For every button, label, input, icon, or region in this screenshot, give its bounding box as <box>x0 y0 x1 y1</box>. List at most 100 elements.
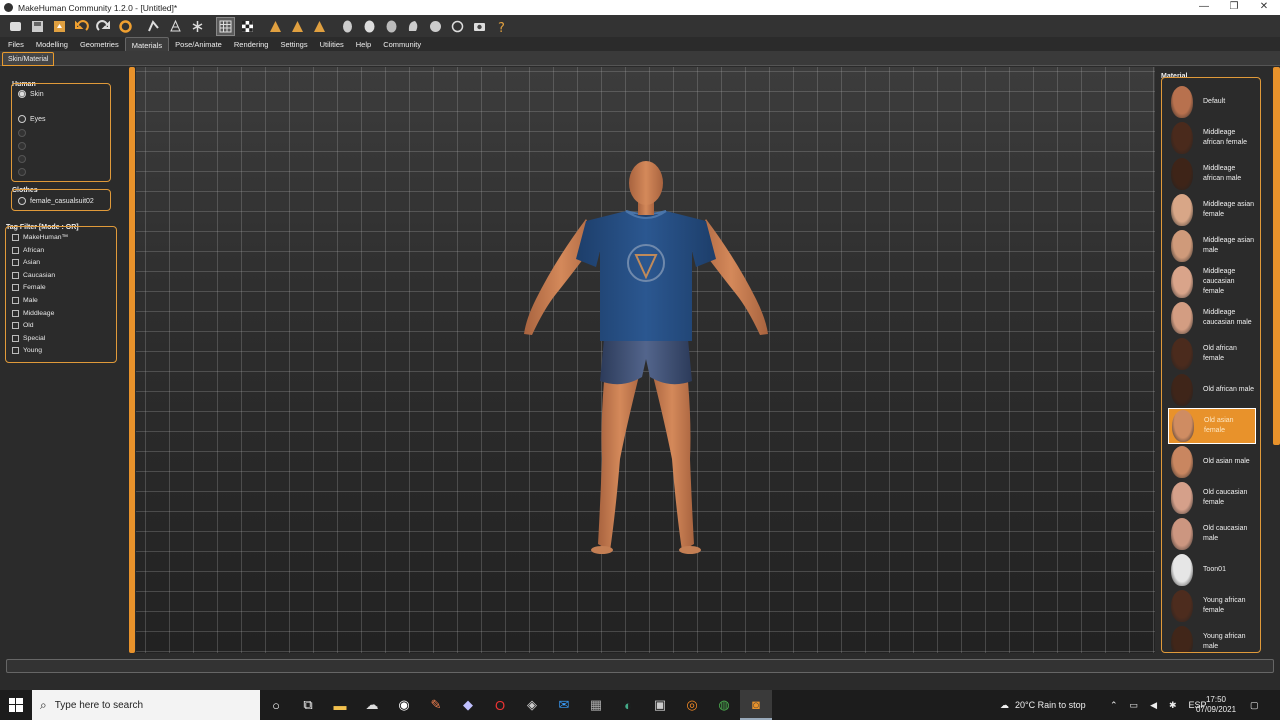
material-item[interactable]: Old african male <box>1168 372 1256 408</box>
face-front-button[interactable] <box>338 17 357 36</box>
weather-widget[interactable]: ☁ 20°C Rain to stop <box>1000 690 1086 720</box>
taskbar-search[interactable]: ⌕ Type here to search <box>32 690 260 720</box>
tab-pose-animate[interactable]: Pose/Animate <box>169 37 228 51</box>
taskbar-app-button[interactable]: ▦ <box>580 690 612 720</box>
reset-button[interactable] <box>116 17 135 36</box>
tab-files[interactable]: Files <box>2 37 30 51</box>
tab-community[interactable]: Community <box>377 37 427 51</box>
taskbar-opera-button[interactable]: O <box>484 690 516 720</box>
material-item[interactable]: Middleage asian female <box>1168 192 1256 228</box>
material-item[interactable]: Middleage african male <box>1168 156 1256 192</box>
tab-materials[interactable]: Materials <box>124 37 170 51</box>
chevron-up-icon[interactable]: ⌃ <box>1110 700 1118 711</box>
notifications-icon[interactable]: ▢ <box>1250 690 1259 720</box>
tab-help[interactable]: Help <box>350 37 377 51</box>
start-button[interactable] <box>0 690 32 720</box>
radio-clothes-item[interactable]: female_casualsuit02 <box>18 197 94 205</box>
right-scrollbar-thumb[interactable] <box>1273 67 1280 445</box>
tag-checkbox[interactable]: Special <box>12 334 45 342</box>
material-item[interactable]: Default <box>1168 84 1256 120</box>
volume-icon[interactable]: ◀ <box>1150 700 1157 711</box>
pose-button[interactable] <box>144 17 163 36</box>
skeleton-button[interactable] <box>188 17 207 36</box>
checkbox-icon <box>12 297 19 304</box>
material-item[interactable]: Middleage african female <box>1168 120 1256 156</box>
maximize-button[interactable]: ❐ <box>1218 0 1250 15</box>
radio-eyes[interactable]: Eyes <box>18 115 46 123</box>
radio-skin[interactable]: Skin <box>18 90 44 98</box>
material-item[interactable]: Old asian male <box>1168 444 1256 480</box>
help-button[interactable]: ? <box>492 17 511 36</box>
material-item[interactable]: Middleage caucasian female <box>1168 264 1256 300</box>
taskbar-app-button[interactable]: ◉ <box>388 690 420 720</box>
close-button[interactable]: ✕ <box>1248 0 1280 15</box>
3d-viewport[interactable] <box>136 67 1155 653</box>
new-icon <box>10 21 21 31</box>
tag-checkbox[interactable]: Female <box>12 284 46 292</box>
taskbar-mail-button[interactable]: ✉ <box>548 690 580 720</box>
tag-checkbox[interactable]: African <box>12 246 44 254</box>
grid-button[interactable] <box>216 16 235 36</box>
tab-utilities[interactable]: Utilities <box>314 37 350 51</box>
material-item[interactable]: Old asian female <box>1168 408 1256 444</box>
top-view-button[interactable] <box>310 17 329 36</box>
clock[interactable]: 17:50 07/09/2021 <box>1196 690 1236 720</box>
material-item[interactable]: Young african female <box>1168 588 1256 624</box>
save-button[interactable] <box>28 17 47 36</box>
taskbar-app-button[interactable]: ▣ <box>644 690 676 720</box>
material-item[interactable]: Old caucasian female <box>1168 480 1256 516</box>
face-right-button[interactable] <box>426 17 445 36</box>
new-button[interactable] <box>6 17 25 36</box>
undo-button[interactable] <box>72 17 91 36</box>
snapshot-button[interactable] <box>470 17 489 36</box>
redo-button[interactable] <box>94 17 113 36</box>
taskbar-file-explorer-button[interactable]: ▬ <box>324 690 356 720</box>
tag-checkbox[interactable]: MakeHuman™ <box>12 234 68 241</box>
network-icon[interactable]: ▭ <box>1130 700 1139 711</box>
radio-on-icon <box>18 90 26 98</box>
taskbar-cortana-button[interactable]: ○ <box>260 690 292 720</box>
tag-checkbox[interactable]: Middleage <box>12 309 54 317</box>
tag-checkbox[interactable]: Young <box>12 347 42 355</box>
taskbar-cloud-app-button[interactable]: ☁ <box>356 690 388 720</box>
tab-modelling[interactable]: Modelling <box>30 37 74 51</box>
front-view-button[interactable] <box>266 17 285 36</box>
material-label: Toon01 <box>1203 566 1226 573</box>
reset-camera-button[interactable] <box>448 17 467 36</box>
export-button[interactable] <box>50 17 69 36</box>
material-item[interactable]: Old caucasian male <box>1168 516 1256 552</box>
taskbar-app-button[interactable]: ◈ <box>516 690 548 720</box>
left-scrollbar[interactable] <box>129 67 135 653</box>
material-label: Old african female <box>1203 345 1237 362</box>
tag-checkbox[interactable]: Caucasian <box>12 271 55 279</box>
face-side-button[interactable] <box>360 17 379 36</box>
taskbar-app-button[interactable]: ◐ <box>612 690 644 720</box>
material-item[interactable]: Young african male <box>1168 624 1256 652</box>
tag-checkbox[interactable]: Male <box>12 297 38 304</box>
wireframe-button[interactable] <box>166 17 185 36</box>
taskbar-makehuman-button[interactable]: ◙ <box>740 690 772 720</box>
material-item[interactable]: Middleage caucasian male <box>1168 300 1256 336</box>
toolbar: ? <box>0 15 1280 37</box>
face-back-button[interactable] <box>382 17 401 36</box>
checker-button[interactable] <box>238 17 257 36</box>
taskbar-app-button[interactable]: ◆ <box>452 690 484 720</box>
face-left-button[interactable] <box>404 17 423 36</box>
side-view-button[interactable] <box>288 17 307 36</box>
taskbar-app-button[interactable]: ✎ <box>420 690 452 720</box>
tab-skin-material[interactable]: Skin/Material <box>2 52 55 66</box>
tag-checkbox[interactable]: Asian <box>12 259 40 267</box>
right-scrollbar[interactable] <box>1273 67 1280 653</box>
tab-settings[interactable]: Settings <box>274 37 313 51</box>
tag-checkbox[interactable]: Old <box>12 322 34 330</box>
taskbar-chrome-button[interactable]: ◍ <box>708 690 740 720</box>
taskbar-task-view-button[interactable]: ⧉ <box>292 690 324 720</box>
tab-rendering[interactable]: Rendering <box>228 37 275 51</box>
minimize-button[interactable]: — <box>1188 0 1220 15</box>
taskbar-blender-button[interactable]: ◎ <box>676 690 708 720</box>
material-item[interactable]: Toon01 <box>1168 552 1256 588</box>
material-item[interactable]: Middleage asian male <box>1168 228 1256 264</box>
tab-geometries[interactable]: Geometries <box>74 37 125 51</box>
bluetooth-icon[interactable]: ✱ <box>1169 700 1177 711</box>
material-item[interactable]: Old african female <box>1168 336 1256 372</box>
